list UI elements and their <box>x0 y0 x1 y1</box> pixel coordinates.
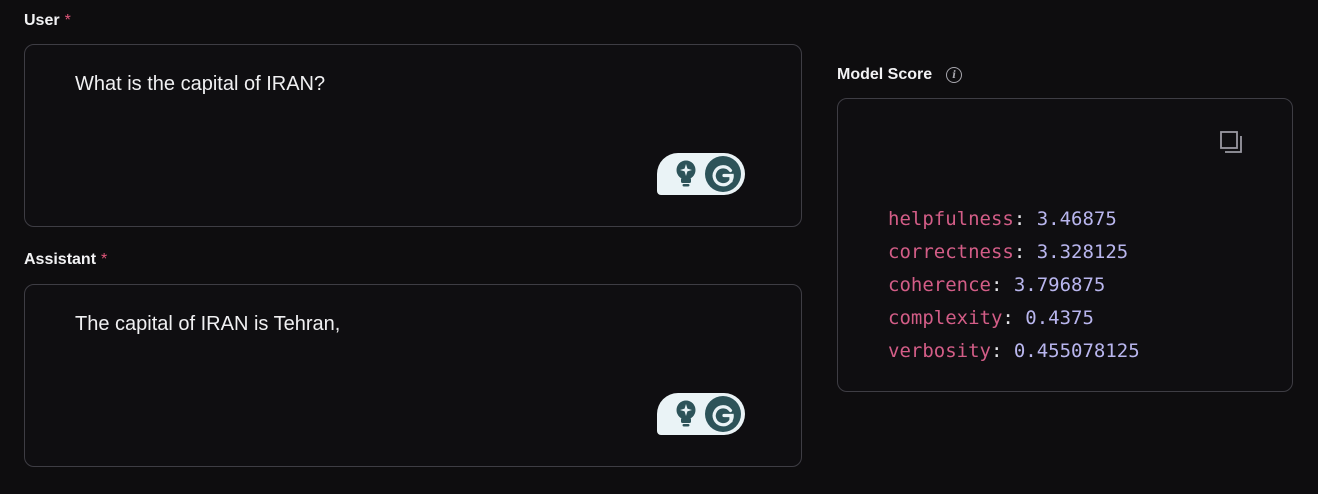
score-key: verbosity <box>888 340 991 362</box>
score-key: helpfulness <box>888 208 1014 230</box>
score-list: helpfulness: 3.46875 correctness: 3.32812… <box>888 203 1140 368</box>
score-row: correctness: 3.328125 <box>888 236 1140 269</box>
assistant-label: Assistant * <box>24 251 107 269</box>
score-value: 3.46875 <box>1036 208 1117 230</box>
score-colon: : <box>1013 241 1037 263</box>
grammarly-g-icon[interactable] <box>705 156 741 192</box>
required-mark: * <box>101 251 108 268</box>
lightbulb-icon[interactable] <box>673 398 699 430</box>
score-value: 0.4375 <box>1025 307 1094 329</box>
score-key: correctness <box>888 241 1014 263</box>
assistant-label-text: Assistant <box>24 251 97 268</box>
assistant-text: The capital of IRAN is Tehran, <box>75 313 341 335</box>
score-value: 3.328125 <box>1036 241 1129 263</box>
score-value: 3.796875 <box>1013 274 1106 296</box>
grammarly-g-icon[interactable] <box>705 396 741 432</box>
user-text: What is the capital of IRAN? <box>75 73 326 95</box>
score-row: helpfulness: 3.46875 <box>888 203 1140 236</box>
score-colon: : <box>1013 208 1037 230</box>
score-value: 0.455078125 <box>1013 340 1140 362</box>
score-colon: : <box>1002 307 1026 329</box>
model-score-panel: helpfulness: 3.46875 correctness: 3.32812… <box>837 98 1293 392</box>
score-colon: : <box>990 274 1014 296</box>
grammarly-widget[interactable] <box>657 153 745 195</box>
score-key: coherence <box>888 274 991 296</box>
grammarly-widget[interactable] <box>657 393 745 435</box>
score-row: complexity: 0.4375 <box>888 302 1140 335</box>
info-icon[interactable]: i <box>946 67 963 83</box>
user-textarea[interactable]: What is the capital of IRAN? <box>24 44 802 227</box>
model-score-label: Model Score i <box>837 66 963 84</box>
score-row: coherence: 3.796875 <box>888 269 1140 302</box>
score-row: verbosity: 0.455078125 <box>888 335 1140 368</box>
score-colon: : <box>990 340 1014 362</box>
lightbulb-icon[interactable] <box>673 158 699 190</box>
copy-icon[interactable] <box>1218 129 1244 155</box>
page: User * What is the capital of IRAN? Assi… <box>0 0 1318 494</box>
user-label: User * <box>24 12 71 30</box>
user-label-text: User <box>24 12 60 29</box>
score-key: complexity <box>888 307 1003 329</box>
model-score-title: Model Score <box>837 66 933 83</box>
required-mark: * <box>64 12 71 29</box>
assistant-textarea[interactable]: The capital of IRAN is Tehran, <box>24 284 802 467</box>
